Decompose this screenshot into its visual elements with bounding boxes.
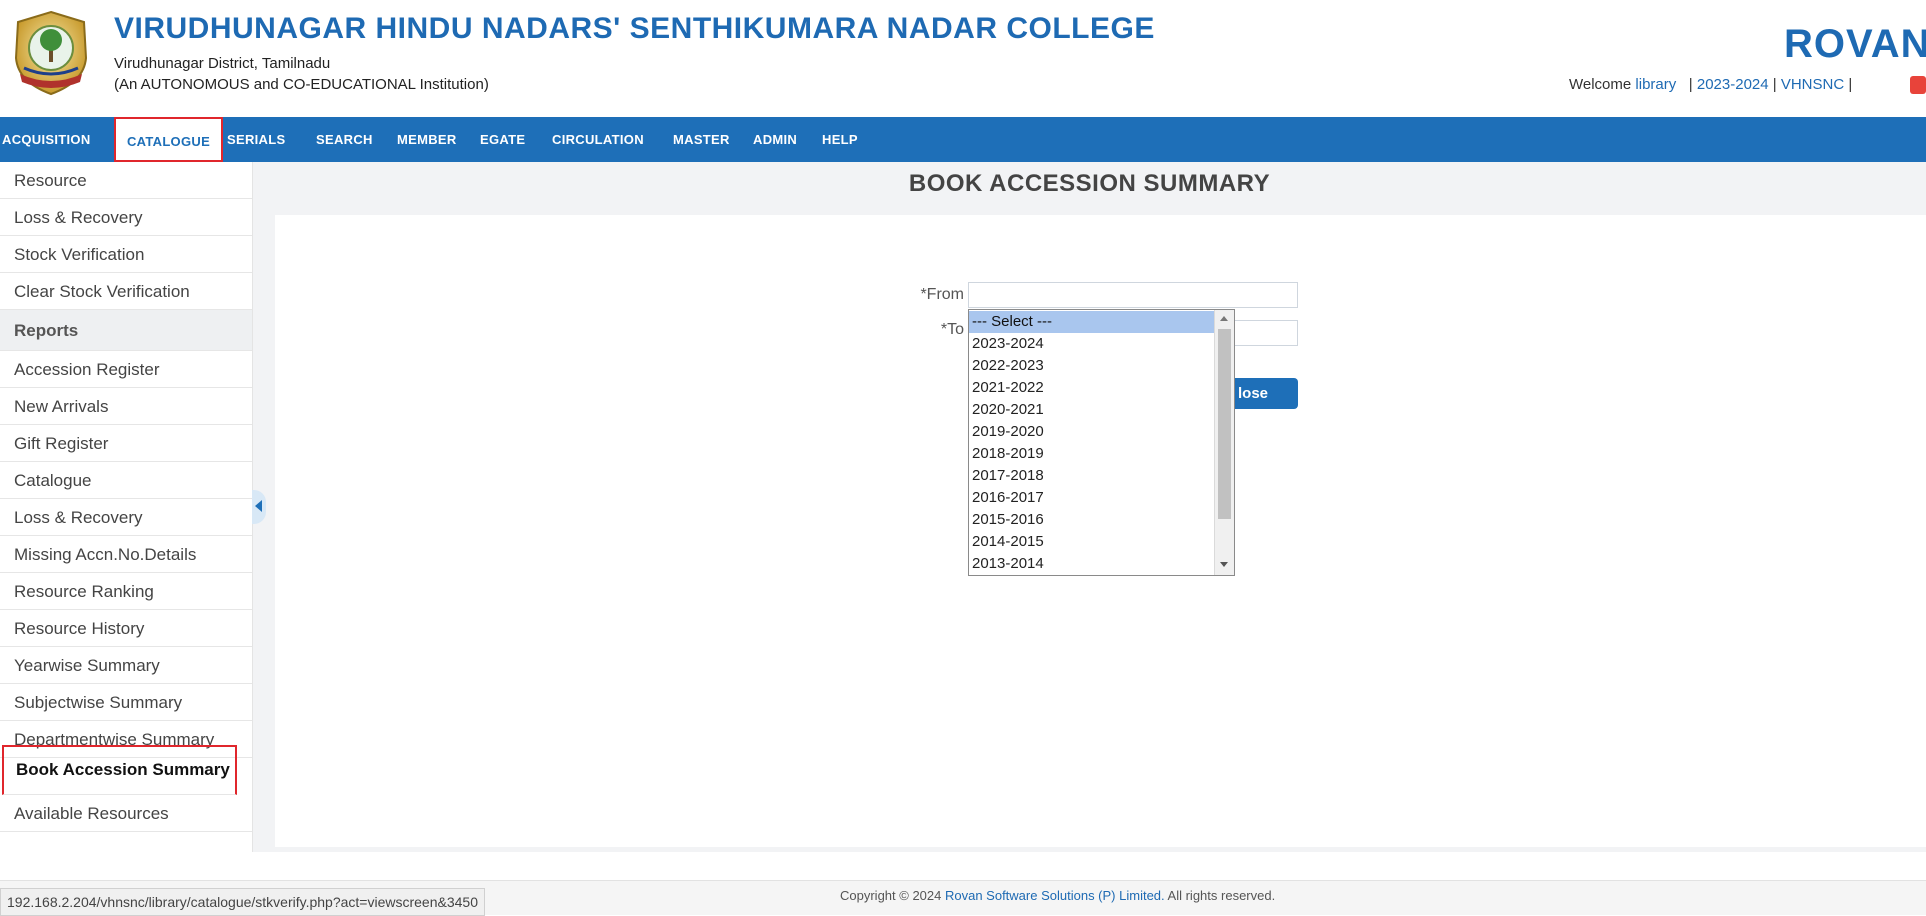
scroll-thumb[interactable] [1218, 329, 1231, 519]
dropdown-option[interactable]: 2016-2017 [969, 487, 1215, 509]
sidebar-item-clear-stock-verification[interactable]: Clear Stock Verification [0, 273, 252, 310]
dropdown-option[interactable]: 2019-2020 [969, 421, 1215, 443]
sidebar-item-resource-history[interactable]: Resource History [0, 610, 252, 647]
status-bar-url: 192.168.2.204/vhnsnc/library/catalogue/s… [0, 888, 485, 916]
nav-admin[interactable]: ADMIN [753, 117, 797, 162]
nav-member[interactable]: MEMBER [397, 117, 457, 162]
to-label: *To [900, 321, 964, 339]
copyright-suffix: All rights reserved. [1167, 888, 1276, 903]
to-label-text: To [947, 321, 964, 338]
sidebar-section-reports: Reports [0, 310, 252, 351]
brand-name: ROVAN [1784, 22, 1926, 66]
nav-help[interactable]: HELP [822, 117, 858, 162]
logout-icon[interactable] [1910, 76, 1926, 94]
dropdown-scrollbar[interactable] [1214, 310, 1234, 575]
page-header: VIRUDHUNAGAR HINDU NADARS' SENTHIKUMARA … [0, 0, 1926, 115]
from-label: *From [900, 286, 964, 304]
sidebar-item-loss-recovery[interactable]: Loss & Recovery [0, 199, 252, 236]
nav-catalogue[interactable]: CATALOGUE [114, 117, 223, 162]
nav-egate[interactable]: EGATE [480, 117, 525, 162]
brand-logo: ROVAN® [1784, 22, 1926, 67]
scroll-up-icon[interactable] [1220, 316, 1228, 321]
college-district: Virudhunagar District, Tamilnadu [114, 55, 331, 72]
sidebar-item-stock-verification[interactable]: Stock Verification [0, 236, 252, 273]
sidebar-item-yearwise-summary[interactable]: Yearwise Summary [0, 647, 252, 684]
dropdown-option[interactable]: 2022-2023 [969, 355, 1215, 377]
dropdown-option[interactable]: 2018-2019 [969, 443, 1215, 465]
college-logo [14, 10, 88, 96]
copyright-prefix: Copyright © 2024 [840, 888, 942, 903]
separator: | [1848, 76, 1853, 93]
institution-type: (An AUTONOMOUS and CO-EDUCATIONAL Instit… [114, 76, 489, 93]
college-name: VIRUDHUNAGAR HINDU NADARS' SENTHIKUMARA … [114, 12, 1155, 45]
dropdown-option[interactable]: 2014-2015 [969, 531, 1215, 553]
dropdown-option[interactable]: 2023-2024 [969, 333, 1215, 355]
username-link[interactable]: library [1635, 76, 1676, 93]
institution-code-link[interactable]: VHNSNC [1781, 76, 1844, 93]
nav-search[interactable]: SEARCH [316, 117, 373, 162]
sidebar: Resource Loss & Recovery Stock Verificat… [0, 162, 253, 852]
user-info-bar: Welcome library | 2023-2024 | VHNSNC | [1569, 76, 1852, 93]
from-label-text: From [926, 286, 964, 303]
scroll-down-icon[interactable] [1220, 562, 1228, 567]
nav-serials[interactable]: SERIALS [227, 117, 285, 162]
page-title: BOOK ACCESSION SUMMARY [908, 170, 1271, 197]
welcome-label: Welcome [1569, 76, 1632, 93]
sidebar-item-subjectwise-summary[interactable]: Subjectwise Summary [0, 684, 252, 721]
sidebar-item-loss-recovery-report[interactable]: Loss & Recovery [0, 499, 252, 536]
copyright-text: Copyright © 2024 Rovan Software Solution… [840, 888, 1275, 903]
sidebar-item-book-accession-summary[interactable]: Book Accession Summary [2, 745, 237, 795]
sidebar-item-available-resources[interactable]: Available Resources [0, 795, 252, 832]
sidebar-item-gift-register[interactable]: Gift Register [0, 425, 252, 462]
dropdown-option[interactable]: 2021-2022 [969, 377, 1215, 399]
dropdown-option[interactable]: 2015-2016 [969, 509, 1215, 531]
from-select[interactable] [968, 282, 1298, 308]
sidebar-item-accession-register[interactable]: Accession Register [0, 351, 252, 388]
academic-year-link[interactable]: 2023-2024 [1697, 76, 1769, 93]
dropdown-option[interactable]: 2020-2021 [969, 399, 1215, 421]
nav-master[interactable]: MASTER [673, 117, 730, 162]
sidebar-item-new-arrivals[interactable]: New Arrivals [0, 388, 252, 425]
nav-acquisition[interactable]: ACQUISITION [2, 117, 91, 162]
company-link[interactable]: Rovan Software Solutions (P) Limited. [945, 888, 1165, 903]
sidebar-item-resource-ranking[interactable]: Resource Ranking [0, 573, 252, 610]
main-nav: ACQUISITION CATALOGUE SERIALS SEARCH MEM… [0, 117, 1926, 162]
sidebar-item-missing-accn-details[interactable]: Missing Accn.No.Details [0, 536, 252, 573]
chevron-left-icon [255, 500, 262, 512]
dropdown-option[interactable]: --- Select --- [969, 311, 1215, 333]
sidebar-item-catalogue[interactable]: Catalogue [0, 462, 252, 499]
from-year-dropdown-list[interactable]: --- Select --- 2023-2024 2022-2023 2021-… [968, 309, 1235, 576]
to-select[interactable] [1230, 320, 1298, 346]
sidebar-item-resource[interactable]: Resource [0, 162, 252, 199]
dropdown-option[interactable]: 2013-2014 [969, 553, 1215, 575]
dropdown-option[interactable]: 2017-2018 [969, 465, 1215, 487]
separator: | [1688, 76, 1693, 93]
nav-circulation[interactable]: CIRCULATION [552, 117, 644, 162]
separator: | [1772, 76, 1777, 93]
